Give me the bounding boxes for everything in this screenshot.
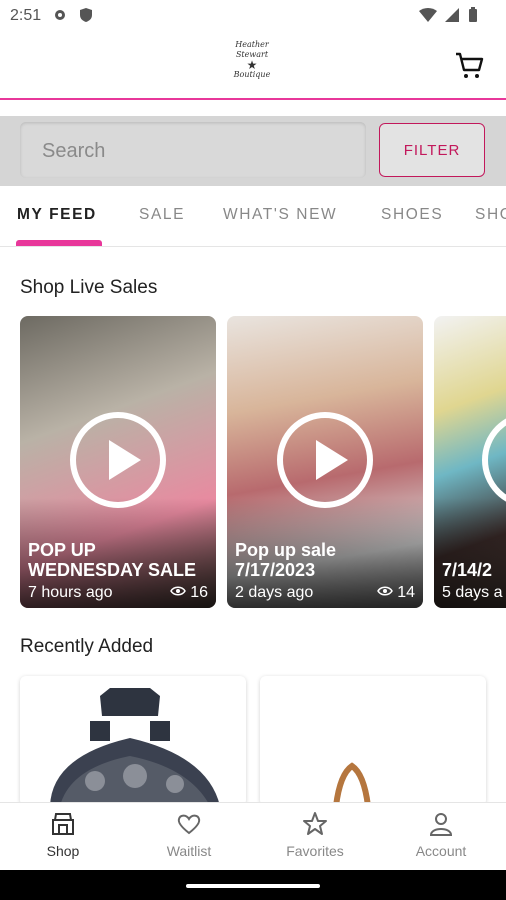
live-sale-card[interactable]: 7/14/2 5 days a (434, 316, 506, 608)
tab-more[interactable]: SHO (475, 206, 506, 224)
eye-icon (169, 586, 186, 596)
live-sale-views: 14 (376, 584, 415, 602)
nav-shop-label: Shop (46, 843, 80, 859)
live-sale-views: 16 (169, 584, 208, 602)
nav-favorites-label: Favorites (286, 843, 344, 859)
live-sale-time: 5 days a (442, 584, 503, 601)
product-card[interactable] (20, 676, 246, 806)
backpack-image (50, 688, 220, 806)
nav-waitlist-label: Waitlist (166, 843, 212, 859)
star-icon (303, 812, 327, 835)
logo-line2: Boutique (233, 70, 271, 79)
person-icon (429, 813, 453, 836)
search-bar: FILTER (0, 116, 506, 186)
play-icon[interactable] (482, 412, 506, 508)
status-icons-left (52, 7, 94, 28)
nav-account-label: Account (415, 843, 467, 859)
nav-favorites[interactable]: Favorites (252, 811, 378, 859)
recently-added-heading: Recently Added (20, 636, 154, 657)
tab-shoes[interactable]: SHOES (381, 206, 443, 224)
play-icon[interactable] (70, 412, 166, 508)
bottom-navigation: Shop Waitlist Favorites Account (0, 802, 506, 871)
shield-icon (80, 8, 93, 22)
bag-image (333, 762, 371, 806)
home-handle[interactable] (186, 884, 320, 888)
logo-line1: Heather Stewart (235, 40, 269, 59)
tab-whats-new[interactable]: WHAT'S NEW (223, 206, 337, 224)
live-sales-heading: Shop Live Sales (20, 277, 158, 298)
product-card[interactable] (260, 676, 486, 806)
tab-my-feed[interactable]: MY FEED (17, 206, 97, 224)
tab-sale[interactable]: SALE (139, 206, 185, 224)
live-sale-title: Pop up sale 7/17/2023 (235, 540, 337, 580)
logo-star-icon: ★ (246, 58, 258, 72)
status-icons-right (419, 7, 478, 28)
active-tab-indicator (16, 240, 102, 246)
views-count: 16 (190, 584, 208, 601)
play-icon[interactable] (277, 412, 373, 508)
nav-account[interactable]: Account (378, 811, 504, 859)
category-tabs: MY FEED SALE WHAT'S NEW SHOES SHO (0, 188, 506, 247)
live-sale-title: POP UP WEDNESDAY SALE (28, 540, 197, 580)
live-sale-card[interactable]: Pop up sale 7/17/2023 2 days ago 14 (227, 316, 423, 608)
search-input[interactable] (20, 122, 344, 180)
status-bar: 2:51 (0, 0, 506, 32)
search-box[interactable] (20, 122, 366, 180)
status-time: 2:51 (10, 7, 42, 24)
signal-icon (444, 8, 459, 22)
heart-icon (177, 814, 201, 835)
nav-waitlist[interactable]: Waitlist (126, 811, 252, 859)
eye-icon (376, 586, 393, 596)
battery-icon (469, 7, 477, 22)
live-sale-title: 7/14/2 (442, 560, 493, 580)
cart-icon[interactable] (454, 50, 484, 80)
views-count: 14 (397, 584, 415, 601)
boutique-logo[interactable]: Heather Stewart ★ Boutique (222, 40, 282, 80)
app-header: Heather Stewart ★ Boutique (0, 32, 506, 100)
live-sale-card[interactable]: POP UP WEDNESDAY SALE 7 hours ago 16 (20, 316, 216, 608)
nav-shop[interactable]: Shop (0, 811, 126, 859)
settings-icon (55, 10, 65, 20)
shop-icon (52, 813, 74, 835)
wifi-icon (419, 8, 438, 22)
system-nav-bar (0, 870, 506, 900)
filter-button[interactable]: FILTER (379, 123, 485, 177)
